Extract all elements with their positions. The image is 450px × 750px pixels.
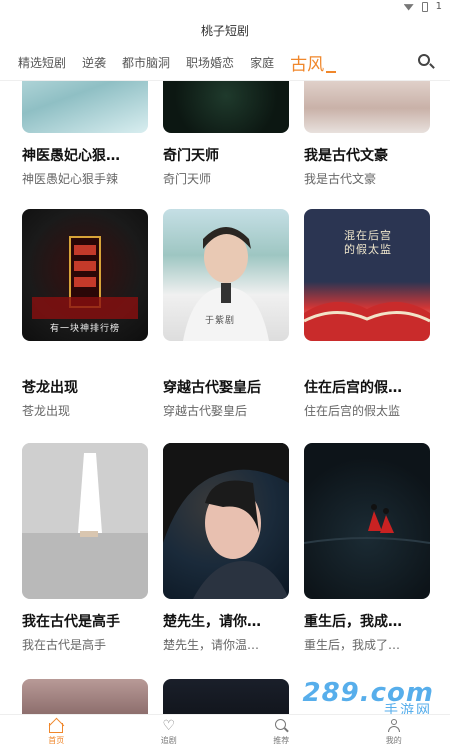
drama-title: 神医愚妃心狠… [22,148,120,164]
drama-title: 奇门天师 [163,148,219,164]
drama-title: 住在后宫的假… [304,380,402,396]
drama-poster [304,443,430,599]
drama-title: 重生后，我成… [304,614,402,630]
drama-subtitle: 神医愚妃心狠手辣 [22,172,119,186]
drama-subtitle: 穿越古代娶皇后 [163,404,248,418]
home-icon [48,719,64,733]
nav-home-label: 首页 [48,736,65,745]
drama-poster: 有一块神排行榜 [22,209,148,341]
search-icon[interactable] [418,54,435,70]
app-title: 桃子短剧 [200,24,249,38]
poster-caption: 有一块神排行榜 [50,324,121,334]
tab-workplace-romance[interactable]: 职场婚恋 [186,54,234,71]
drama-subtitle: 楚先生，请你温… [163,638,260,652]
drama-subtitle: 苍龙出现 [22,404,71,418]
tab-featured[interactable]: 精选短剧 [18,54,66,71]
heart-icon: ♡ [162,718,176,734]
wifi-icon [403,4,414,11]
drama-poster [304,81,430,133]
drama-poster [163,679,289,714]
nav-profile-label: 我的 [385,736,402,745]
category-tabs: 精选短剧 逆袭 都市脑洞 职场婚恋 家庭 古风 [18,50,436,75]
nav-following-label: 追剧 [160,736,177,745]
nav-following[interactable]: ♡ 追剧 [113,715,226,750]
drama-poster [163,443,289,599]
drama-poster [163,81,289,133]
status-bar: 1 [0,0,450,14]
nav-recommend[interactable]: 推荐 [225,715,338,750]
site-watermark: 289.com 手游网 [274,678,444,719]
drama-poster: 于紫剧 [163,209,289,341]
drama-subtitle: 我在古代是高手 [22,638,107,652]
drama-title: 我在古代是高手 [22,614,120,630]
nav-home[interactable]: 首页 [0,715,113,750]
drama-poster [22,443,148,599]
drama-subtitle: 奇门天师 [163,172,212,186]
drama-title: 穿越古代娶皇后 [163,380,261,396]
poster-caption: 于紫剧 [205,316,236,326]
tab-ancient-style[interactable]: 古风 [290,50,337,75]
poster-art [22,443,148,599]
tab-comeback[interactable]: 逆袭 [82,54,106,71]
drama-poster [22,81,148,133]
drama-subtitle: 我是古代文豪 [304,172,377,186]
tab-urban-fantasy[interactable]: 都市脑洞 [122,54,170,71]
drama-poster [22,679,148,714]
bottom-navigation: 首页 ♡ 追剧 推荐 我的 [0,714,450,750]
drama-subtitle: 重生后，我成了… [304,638,401,652]
signal-indicator: 1 [435,1,442,12]
poster-art [304,504,430,544]
drama-subtitle: 住在后宫的假太监 [304,404,401,418]
poster-art [163,443,289,599]
drama-title: 苍龙出现 [22,380,78,396]
tab-family[interactable]: 家庭 [250,54,274,71]
user-icon [386,719,402,733]
drama-feed[interactable]: 神医愚妃心狠… 神医愚妃心狠手辣 奇门天师 奇门天师 我是古代文豪 我是古代文豪… [0,81,450,714]
drama-poster: 混在后宫的假太监 [304,209,430,341]
drama-title: 楚先生，请你… [163,614,261,630]
search-icon [273,719,290,733]
battery-icon [421,1,428,12]
drama-title: 我是古代文豪 [304,148,388,164]
poster-caption: 混在后宫的假太监 [344,229,392,256]
nav-profile[interactable]: 我的 [338,715,450,750]
nav-recommend-label: 推荐 [273,736,290,745]
